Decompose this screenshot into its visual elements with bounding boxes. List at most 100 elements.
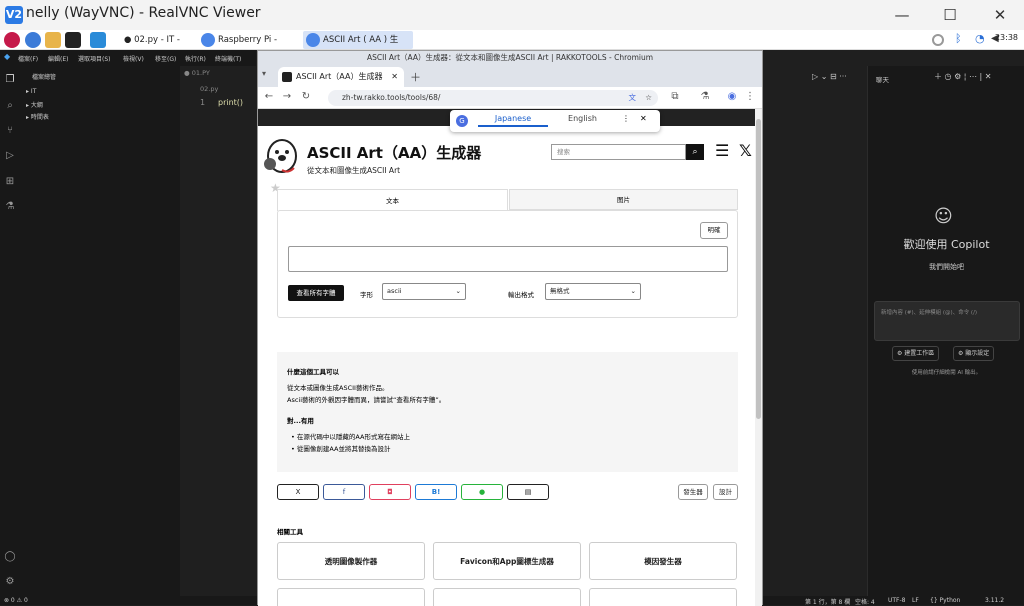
text-input[interactable] [288, 246, 728, 272]
menu-selection[interactable]: 選取項目(S) [78, 54, 111, 63]
maximize-button[interactable]: ☐ [936, 4, 964, 26]
code-line[interactable]: print() [218, 98, 243, 107]
status-python-version[interactable]: 3.11.2 [985, 597, 1004, 604]
explorer-icon[interactable]: ❐ [4, 74, 16, 86]
task-chromium-2[interactable]: ASCII Art ( AA ) 生成... [303, 31, 413, 63]
sync-icon[interactable] [932, 34, 944, 46]
x-logo-icon[interactable]: 𝕏 [739, 141, 752, 160]
breadcrumb[interactable]: 02.py [200, 85, 218, 93]
share-x-button[interactable]: X [277, 484, 319, 500]
search-icon[interactable]: ⌕ [4, 100, 16, 112]
build-workspace-button[interactable]: ⚙ 建置工作區 [892, 346, 940, 361]
terminal-icon[interactable] [65, 32, 81, 48]
status-eol[interactable]: LF [912, 597, 919, 604]
hamburger-menu-icon[interactable]: ☰ [715, 141, 729, 160]
page-title: ASCII Art（AA）生成器 [307, 144, 482, 162]
copilot-tab[interactable]: 聊天 [876, 74, 889, 84]
tool-card-favicon[interactable]: Favicon和App圖標生成器 [433, 542, 581, 580]
about-line-1: 從文本或圖像生成ASCII藝術作品。 [287, 384, 389, 392]
testing-icon[interactable]: ⚗ [4, 201, 16, 213]
manage-gear-icon[interactable]: ⚙ [4, 576, 16, 588]
show-settings-button[interactable]: ⚙ 顯示設定 [953, 346, 995, 361]
chromium-icon [201, 33, 215, 47]
chevron-down-icon: ⌄ [455, 287, 461, 295]
tab-text[interactable]: 文本 [277, 189, 508, 211]
bluetooth-icon[interactable]: ᛒ [955, 32, 962, 45]
menu-run[interactable]: 執行(R) [185, 54, 206, 63]
active-tab[interactable]: ASCII Art（AA）生成器 ✕ [278, 67, 404, 87]
share-hatena-button[interactable]: B! [415, 484, 457, 500]
translate-menu-icon[interactable]: ⋮ [622, 114, 630, 123]
output-format-select[interactable]: 無格式 ⌄ [545, 283, 641, 300]
translate-icon[interactable]: 文 [629, 90, 637, 106]
extensions-puzzle-icon[interactable]: ⧉ [668, 91, 682, 102]
site-search-input[interactable]: 搜索 [551, 144, 686, 160]
close-button[interactable]: ✕ [986, 4, 1014, 26]
lang-english-tab[interactable]: English [550, 114, 615, 123]
google-translate-icon: G [456, 115, 468, 127]
view-all-fonts-button[interactable]: 查看所有字體 [288, 285, 344, 301]
copilot-toolbar[interactable]: ＋ ◷ ⚙ ¦ ⋯ | ✕ [934, 71, 992, 82]
task-vscode[interactable]: ● 02.py - IT - Visual ... [104, 31, 196, 63]
status-problems[interactable]: ⊗ 0 ⚠ 0 [4, 597, 28, 604]
tab-search-icon[interactable]: ▾ [262, 69, 266, 78]
rakko-mascot-logo[interactable] [260, 134, 300, 178]
new-tab-button[interactable]: ＋ [410, 69, 421, 85]
status-language[interactable]: {} Python [930, 597, 960, 604]
account-icon[interactable]: ◯ [4, 551, 16, 563]
extensions-icon[interactable]: ⊞ [4, 176, 16, 188]
bookmark-star-icon[interactable]: ☆ [645, 90, 652, 106]
globe-icon[interactable] [25, 32, 41, 48]
tool-card[interactable] [277, 588, 425, 606]
folder-icon[interactable] [45, 32, 61, 48]
tool-card-transparent[interactable]: 透明圖像製作器 [277, 542, 425, 580]
minimize-button[interactable]: — [888, 4, 916, 26]
menu-dots-icon[interactable]: ⋮ [743, 91, 757, 102]
status-encoding[interactable]: UTF-8 [888, 597, 906, 604]
clear-button[interactable]: 明確 [700, 222, 728, 239]
site-search-button[interactable]: ⌕ [686, 144, 704, 160]
tool-card-meme[interactable]: 模因發生器 [589, 542, 737, 580]
raspberry-menu-icon[interactable] [4, 32, 20, 48]
activity-bar: ❐ ⌕ ⑂ ▷ ⊞ ⚗ ◯ ⚙ [0, 66, 20, 605]
share-line-button[interactable]: ● [461, 484, 503, 500]
lang-japanese-tab[interactable]: Japanese [478, 114, 548, 127]
generator-button[interactable]: 發生器 [678, 484, 708, 500]
tool-card[interactable] [589, 588, 737, 606]
run-debug-icon[interactable]: ▷ [4, 150, 16, 162]
font-label: 字形 [360, 291, 373, 299]
source-control-icon[interactable]: ⑂ [4, 125, 16, 137]
translate-close-icon[interactable]: ✕ [640, 114, 647, 123]
share-facebook-button[interactable]: f [323, 484, 365, 500]
wifi-icon[interactable]: ◔ [975, 32, 985, 45]
copy-link-button[interactable]: ▤ [507, 484, 549, 500]
profile-icon[interactable]: ◉ [725, 91, 739, 102]
reload-icon[interactable]: ↻ [299, 91, 313, 102]
menu-terminal[interactable]: 終端機(T) [215, 54, 241, 63]
run-button[interactable]: ▷ ⌄ ⊟ ··· [812, 72, 847, 81]
address-bar[interactable]: zh-tw.rakko.tools/tools/68/ 文 ☆ [328, 90, 658, 106]
lab-icon[interactable]: ⚗ [698, 91, 712, 102]
tool-card[interactable] [433, 588, 581, 606]
realvnc-logo-icon: V2 [5, 6, 23, 24]
tree-item-outline[interactable]: ▸ 大綱 [26, 100, 43, 109]
share-pocket-button[interactable]: ◘ [369, 484, 411, 500]
font-select[interactable]: ascii ⌄ [382, 283, 466, 300]
back-icon[interactable]: ← [262, 91, 276, 102]
editor-tab[interactable]: ● 01.PY [184, 69, 210, 77]
tab-close-icon[interactable]: ✕ [391, 67, 398, 87]
tree-item-timeline[interactable]: ▸ 時間表 [26, 112, 49, 121]
tab-image[interactable]: 图片 [509, 189, 738, 210]
task-chromium-1[interactable]: Raspberry Pi - Chro... [198, 31, 298, 63]
menu-view[interactable]: 檢視(V) [123, 54, 144, 63]
tree-item-it[interactable]: ▸ IT [26, 88, 36, 95]
forward-icon[interactable]: → [280, 91, 294, 102]
menu-go[interactable]: 移至(G) [155, 54, 176, 63]
design-button[interactable]: 設計 [713, 484, 738, 500]
copilot-input[interactable]: 新增內容 (#)、延伸模組 (@)、命令 (/) [874, 301, 1020, 341]
page-scrollbar[interactable] [755, 109, 762, 606]
vscode-menu-bar: ◆ 檔案(F) 編輯(E) 選取項目(S) 檢視(V) 移至(G) 執行(R) … [0, 50, 256, 66]
scrollbar-thumb[interactable] [756, 119, 761, 419]
menu-edit[interactable]: 編輯(E) [48, 54, 68, 63]
menu-file[interactable]: 檔案(F) [18, 54, 38, 63]
